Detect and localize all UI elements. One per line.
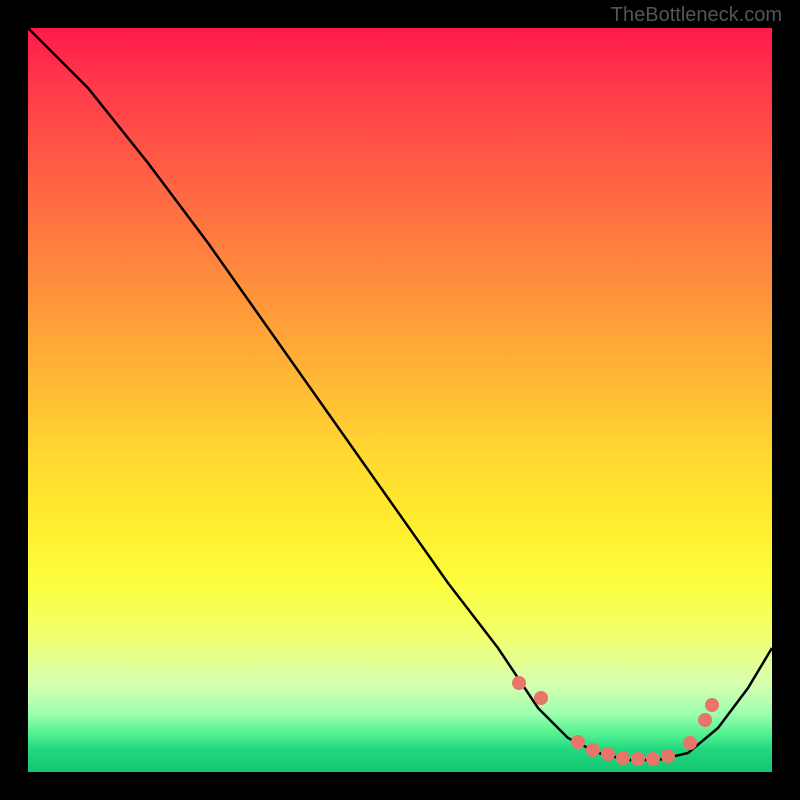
marker-dot	[616, 751, 630, 765]
marker-dot	[698, 713, 712, 727]
marker-dot	[571, 735, 585, 749]
chart-svg	[28, 28, 772, 772]
marker-dot	[534, 691, 548, 705]
watermark-text: TheBottleneck.com	[611, 4, 782, 27]
marker-dot	[586, 743, 600, 757]
marker-dot	[646, 752, 660, 766]
bottleneck-curve	[28, 28, 772, 760]
marker-dot	[512, 676, 526, 690]
marker-dot	[683, 736, 697, 750]
marker-dot	[601, 747, 615, 761]
marker-dot	[631, 752, 645, 766]
chart-container	[28, 28, 772, 772]
marker-dot	[705, 698, 719, 712]
marker-dot	[661, 749, 675, 763]
